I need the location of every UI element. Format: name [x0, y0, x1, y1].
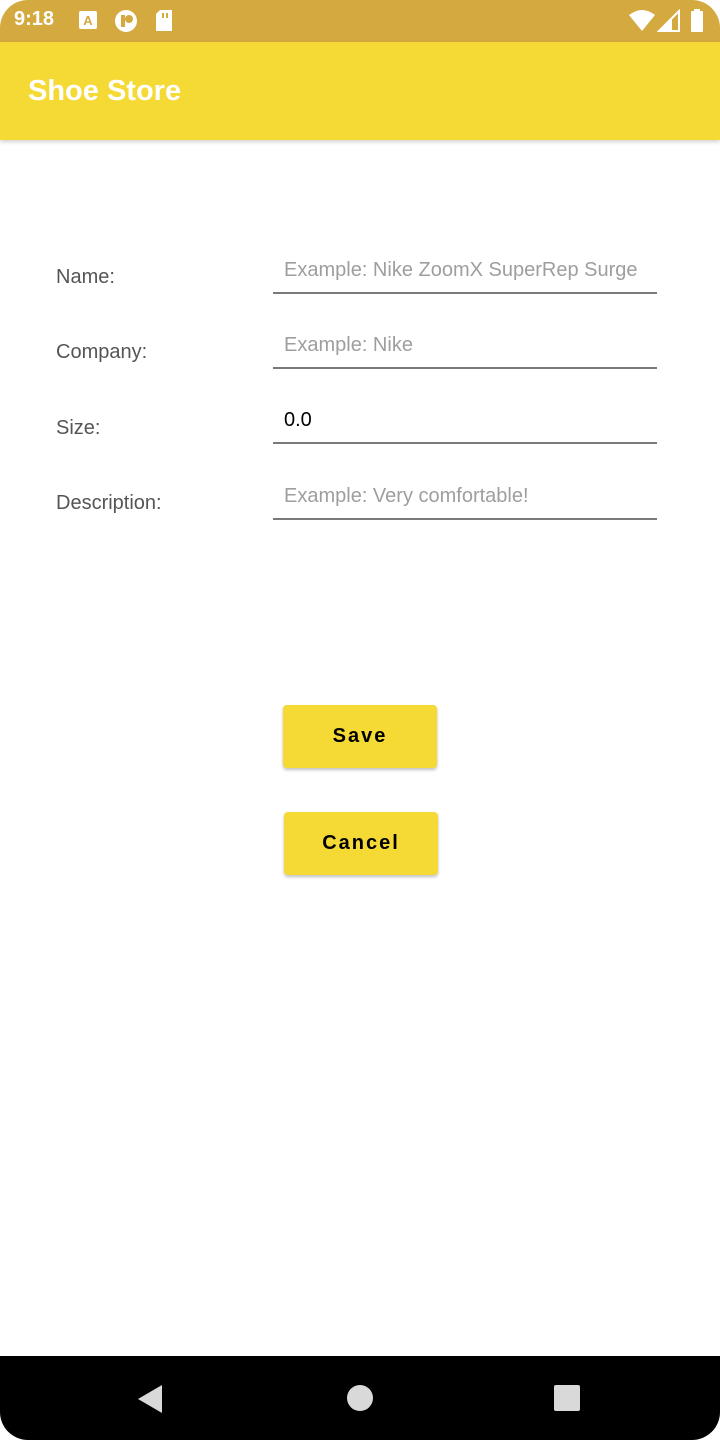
- size-label: Size:: [56, 417, 101, 439]
- description-input[interactable]: [273, 480, 657, 520]
- company-label: Company:: [56, 341, 148, 363]
- app-title: Shoe Store: [28, 75, 182, 107]
- description-row: Description:: [0, 480, 720, 540]
- signal-icon: [657, 9, 680, 32]
- sd-card-icon: [156, 10, 172, 31]
- name-input[interactable]: [273, 254, 657, 294]
- wifi-icon: [629, 10, 655, 31]
- screen: 9:18 A Shoe Store Name: Example: Nike Zo…: [0, 0, 720, 1440]
- cancel-button[interactable]: Cancel: [284, 812, 438, 875]
- battery-icon: [691, 9, 703, 32]
- nav-bar: [0, 1356, 720, 1440]
- size-input[interactable]: [273, 404, 657, 444]
- home-icon[interactable]: [346, 1384, 374, 1412]
- name-label: Name:: [56, 266, 115, 288]
- vpn-icon: [115, 10, 137, 32]
- back-icon[interactable]: [136, 1384, 164, 1414]
- app-bar: Shoe Store: [0, 42, 720, 140]
- company-row: Company:: [0, 329, 720, 389]
- a-keyboard-icon: A: [79, 11, 97, 29]
- status-bar: 9:18 A: [0, 0, 720, 42]
- save-button[interactable]: Save: [283, 705, 437, 768]
- status-time: 9:18: [14, 8, 55, 30]
- company-input[interactable]: [273, 329, 657, 369]
- svg-text:A: A: [83, 13, 93, 28]
- description-label: Description:: [56, 492, 162, 514]
- recents-icon[interactable]: [554, 1385, 580, 1411]
- name-row: Name:: [0, 254, 720, 314]
- size-row: Size:: [0, 404, 720, 464]
